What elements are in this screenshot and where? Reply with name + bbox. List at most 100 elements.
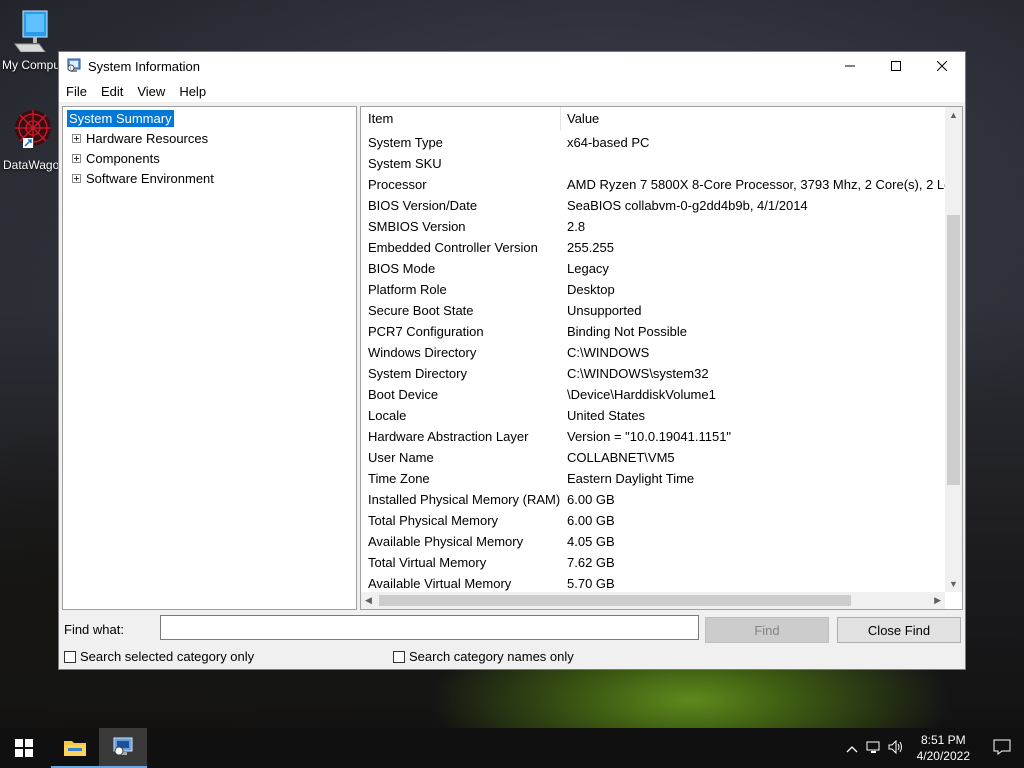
scroll-down-icon[interactable]: ▼: [949, 579, 958, 589]
start-button[interactable]: [0, 728, 48, 768]
column-header-item[interactable]: Item: [361, 107, 561, 131]
system-tray: 8:51 PM 4/20/2022: [841, 728, 1024, 768]
column-header-value[interactable]: Value: [561, 107, 599, 131]
category-tree[interactable]: System Summary Hardware Resources Compon…: [62, 106, 357, 610]
cell-value: 6.00 GB: [567, 513, 615, 528]
table-row[interactable]: PCR7 Configuration Binding Not Possible: [361, 321, 945, 342]
clock-date: 4/20/2022: [916, 749, 970, 763]
windows-icon: [15, 739, 33, 757]
cell-value: C:\WINDOWS: [567, 345, 650, 360]
cell-value: x64-based PC: [567, 135, 650, 150]
cell-value: 4.05 GB: [567, 534, 615, 549]
scroll-up-icon[interactable]: ▲: [949, 110, 958, 120]
maximize-icon: [891, 61, 901, 71]
tree-item-hardware-resources[interactable]: Hardware Resources: [63, 128, 356, 148]
table-row[interactable]: Time Zone Eastern Daylight Time: [361, 468, 945, 489]
search-names-checkbox[interactable]: [393, 650, 405, 663]
tree-item-components[interactable]: Components: [63, 148, 356, 168]
menu-bar: File Edit View Help: [59, 80, 965, 102]
table-row[interactable]: Windows Directory C:\WINDOWS: [361, 342, 945, 363]
menu-edit[interactable]: Edit: [94, 84, 130, 99]
table-row[interactable]: Available Physical Memory 4.05 GB: [361, 531, 945, 552]
cell-value: 255.255: [567, 240, 614, 255]
cell-value: United States: [567, 408, 646, 423]
search-names-label: Search category names only: [409, 649, 574, 664]
cell-item: System Type: [368, 135, 443, 150]
table-row[interactable]: Boot Device \Device\HarddiskVolume1: [361, 384, 945, 405]
notifications-icon[interactable]: [980, 739, 1024, 758]
scroll-left-icon[interactable]: ◀: [365, 595, 372, 606]
vertical-scrollbar[interactable]: ▲ ▼: [945, 107, 962, 592]
volume-icon[interactable]: [885, 739, 907, 757]
table-row[interactable]: Available Virtual Memory 5.70 GB: [361, 573, 945, 592]
table-row[interactable]: BIOS Version/Date SeaBIOS collabvm-0-g2dd…: [361, 195, 945, 216]
close-find-button[interactable]: Close Find: [837, 617, 961, 643]
cell-item: PCR7 Configuration: [368, 324, 484, 339]
tree-item-system-summary[interactable]: System Summary: [66, 108, 175, 128]
table-row[interactable]: System Directory C:\WINDOWS\system32: [361, 363, 945, 384]
cell-value: AMD Ryzen 7 5800X 8-Core Processor, 3793…: [567, 177, 945, 192]
table-row[interactable]: Hardware Abstraction Layer Version = "10.…: [361, 426, 945, 447]
cell-item: Platform Role: [368, 282, 447, 297]
show-hidden-icons-icon[interactable]: [841, 741, 863, 756]
clock[interactable]: 8:51 PM 4/20/2022: [917, 732, 970, 764]
expand-icon[interactable]: [72, 153, 81, 163]
window-title: System Information: [88, 58, 200, 74]
search-names-option[interactable]: Search category names only: [393, 649, 574, 664]
computer-icon: [9, 8, 53, 53]
desktop-icon-my-computer[interactable]: My Compu: [0, 8, 62, 72]
table-row[interactable]: Embedded Controller Version 255.255: [361, 237, 945, 258]
cell-value: Unsupported: [567, 303, 642, 318]
cell-item: BIOS Mode: [368, 261, 436, 276]
cell-item: Total Physical Memory: [368, 513, 499, 528]
horizontal-scrollbar[interactable]: ◀ ▶: [361, 592, 945, 609]
cell-value: 5.70 GB: [567, 576, 615, 591]
cell-value: Eastern Daylight Time: [567, 471, 695, 486]
cell-item: SMBIOS Version: [368, 219, 466, 234]
find-what-input[interactable]: [160, 615, 699, 640]
search-selected-option[interactable]: Search selected category only: [64, 649, 254, 664]
maximize-button[interactable]: [873, 52, 919, 80]
tree-item-software-environment[interactable]: Software Environment: [63, 168, 356, 188]
expand-icon[interactable]: [72, 133, 81, 143]
table-row[interactable]: Processor AMD Ryzen 7 5800X 8-Core Proces…: [361, 174, 945, 195]
table-row[interactable]: Locale United States: [361, 405, 945, 426]
table-row[interactable]: BIOS Mode Legacy: [361, 258, 945, 279]
close-button[interactable]: [919, 52, 965, 80]
scroll-right-icon[interactable]: ▶: [934, 595, 941, 606]
tree-item-label: Software Environment: [86, 170, 214, 186]
expand-icon[interactable]: [72, 173, 81, 183]
search-selected-checkbox[interactable]: [64, 650, 76, 663]
table-row[interactable]: System Type x64-based PC: [361, 132, 945, 153]
find-button[interactable]: Find: [705, 617, 829, 643]
table-row[interactable]: Total Virtual Memory 7.62 GB: [361, 552, 945, 573]
system-info-app-icon: i: [66, 58, 82, 74]
datawagon-icon: [9, 108, 53, 152]
table-row[interactable]: Platform Role Desktop: [361, 279, 945, 300]
cell-item: BIOS Version/Date: [368, 198, 478, 213]
table-row[interactable]: Secure Boot State Unsupported: [361, 300, 945, 321]
search-selected-label: Search selected category only: [80, 649, 255, 664]
table-row[interactable]: Installed Physical Memory (RAM) 6.00 GB: [361, 489, 945, 510]
table-row[interactable]: User Name COLLABNET\VM5: [361, 447, 945, 468]
vertical-scroll-thumb[interactable]: [947, 215, 960, 485]
menu-view[interactable]: View: [130, 84, 172, 99]
menu-file[interactable]: File: [59, 84, 94, 99]
table-row[interactable]: System SKU: [361, 153, 945, 174]
cell-item: Windows Directory: [368, 345, 477, 360]
taskbar-system-information[interactable]: [99, 728, 147, 768]
taskbar-file-explorer[interactable]: [51, 728, 99, 768]
table-row[interactable]: Total Physical Memory 6.00 GB: [361, 510, 945, 531]
cell-value: 7.62 GB: [567, 555, 615, 570]
details-list[interactable]: Item Value System Type x64-based PC System…: [360, 106, 963, 610]
taskbar: 8:51 PM 4/20/2022: [0, 728, 1024, 768]
menu-help[interactable]: Help: [172, 84, 213, 99]
system-info-icon: [113, 737, 133, 756]
network-icon[interactable]: [863, 740, 885, 757]
title-bar[interactable]: i System Information: [59, 52, 965, 80]
table-row[interactable]: SMBIOS Version 2.8: [361, 216, 945, 237]
minimize-button[interactable]: [827, 52, 873, 80]
horizontal-scroll-thumb[interactable]: [379, 595, 851, 606]
desktop-icon-datawagon[interactable]: DataWago: [0, 108, 62, 172]
cell-item: Available Physical Memory: [368, 534, 524, 549]
